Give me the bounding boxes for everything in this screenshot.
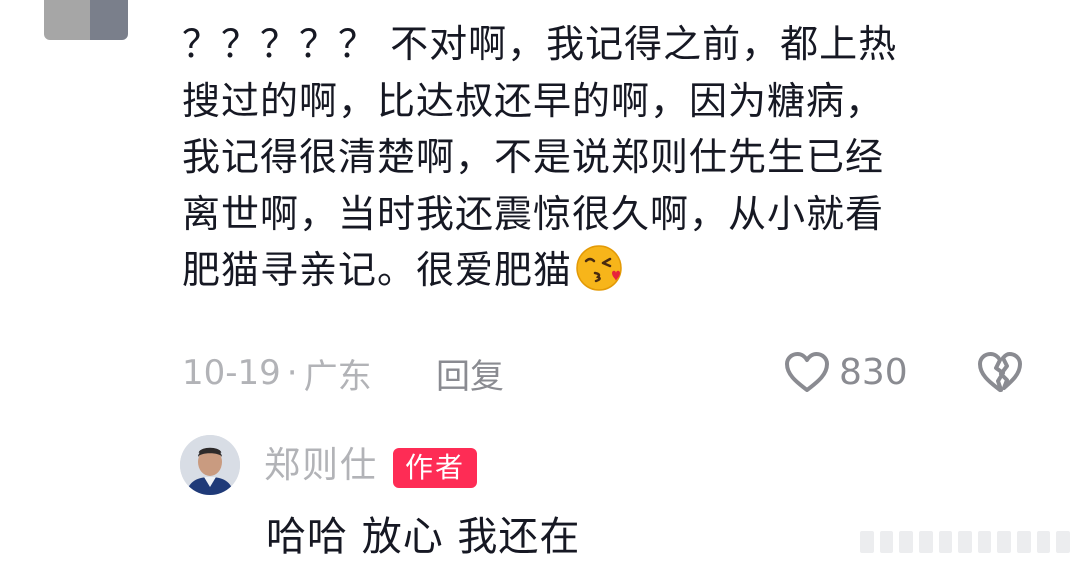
like-count: 830 bbox=[839, 351, 908, 393]
reply-author-name[interactable]: 郑则仕 bbox=[264, 442, 378, 490]
author-badge: 作者 bbox=[393, 448, 477, 488]
meta-separator: · bbox=[286, 353, 298, 393]
comment-line-1: ？？？？？ 不对啊，我记得之前，都上热 bbox=[182, 22, 898, 66]
reply-author-avatar[interactable] bbox=[180, 435, 240, 495]
watermark bbox=[860, 528, 1071, 556]
broken-heart-icon bbox=[978, 352, 1022, 392]
comment-body: ？？？？？ 不对啊，我记得之前，都上热 搜过的啊，比达叔还早的啊，因为糖病， 我… bbox=[182, 16, 1042, 299]
kissing-face-with-heart-icon bbox=[576, 245, 622, 291]
comment-line-2: 搜过的啊，比达叔还早的啊，因为糖病， bbox=[182, 78, 885, 123]
reply-body: 哈哈 放心 我还在 bbox=[266, 514, 581, 560]
comment-meta: 10-19 · 广东 bbox=[182, 348, 372, 398]
like-button[interactable]: 830 bbox=[783, 346, 908, 398]
comment-line-3: 我记得很清楚啊，不是说郑则仕先生已经 bbox=[182, 135, 885, 179]
comment-line-5: 肥猫寻亲记。很爱肥猫 bbox=[182, 242, 1042, 299]
previous-avatar-crop bbox=[44, 0, 128, 40]
dislike-button[interactable] bbox=[974, 346, 1026, 398]
heart-outline-icon bbox=[785, 352, 829, 392]
avatar-portrait-image bbox=[180, 435, 240, 495]
comment-location: 广东 bbox=[303, 356, 372, 397]
comment-thread: ？？？？？ 不对啊，我记得之前，都上热 搜过的啊，比达叔还早的啊，因为糖病， 我… bbox=[0, 0, 1080, 566]
comment-line-4: 离世啊，当时我还震惊很久啊，从小就看 bbox=[182, 191, 885, 236]
reply-button[interactable]: 回复 bbox=[436, 348, 504, 398]
comment-date: 10-19 bbox=[182, 353, 281, 393]
